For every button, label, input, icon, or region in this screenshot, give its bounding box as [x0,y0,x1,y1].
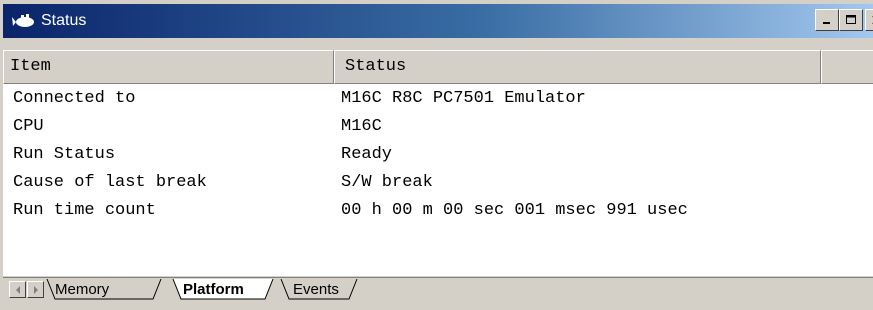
tab-scroll-right-button[interactable] [27,281,44,298]
column-header-item[interactable]: Item [3,50,334,84]
row-status: Ready [341,145,393,164]
status-list: Item Status Connected to M16C R8C PC7501… [3,50,873,276]
table-header: Item Status [3,50,873,84]
status-window: Status Item Status Connected to M16C R8C… [0,0,873,310]
tab-scroll-left-button[interactable] [9,281,26,298]
tab-bar: Memory Platform Events [3,277,873,302]
row-status: M16C [341,117,382,136]
row-status: 00 h 00 m 00 sec 001 msec 991 usec [341,201,688,220]
row-item: CPU [13,117,44,136]
minimize-button[interactable] [815,9,839,31]
close-button[interactable] [865,9,873,31]
row-item: Connected to [13,89,136,108]
row-status: S/W break [341,173,433,192]
arrow-left-icon [15,285,20,294]
maximize-button[interactable] [839,9,863,31]
column-header-filler [821,50,873,84]
row-status: M16C R8C PC7501 Emulator [341,89,586,108]
tab-memory[interactable]: Memory [55,281,109,298]
status-window-icon [11,10,37,32]
minimize-icon [823,22,830,24]
row-item: Run time count [13,201,156,220]
maximize-icon [846,15,856,24]
tab-events[interactable]: Events [293,281,339,298]
row-item: Run Status [13,145,116,164]
row-item: Cause of last break [13,173,207,192]
column-header-status[interactable]: Status [334,50,821,84]
window-title: Status [41,12,87,29]
title-bar[interactable]: Status [3,4,873,38]
window-bottom-border [1,303,873,310]
arrow-right-icon [33,285,38,294]
tab-platform[interactable]: Platform [183,281,244,298]
